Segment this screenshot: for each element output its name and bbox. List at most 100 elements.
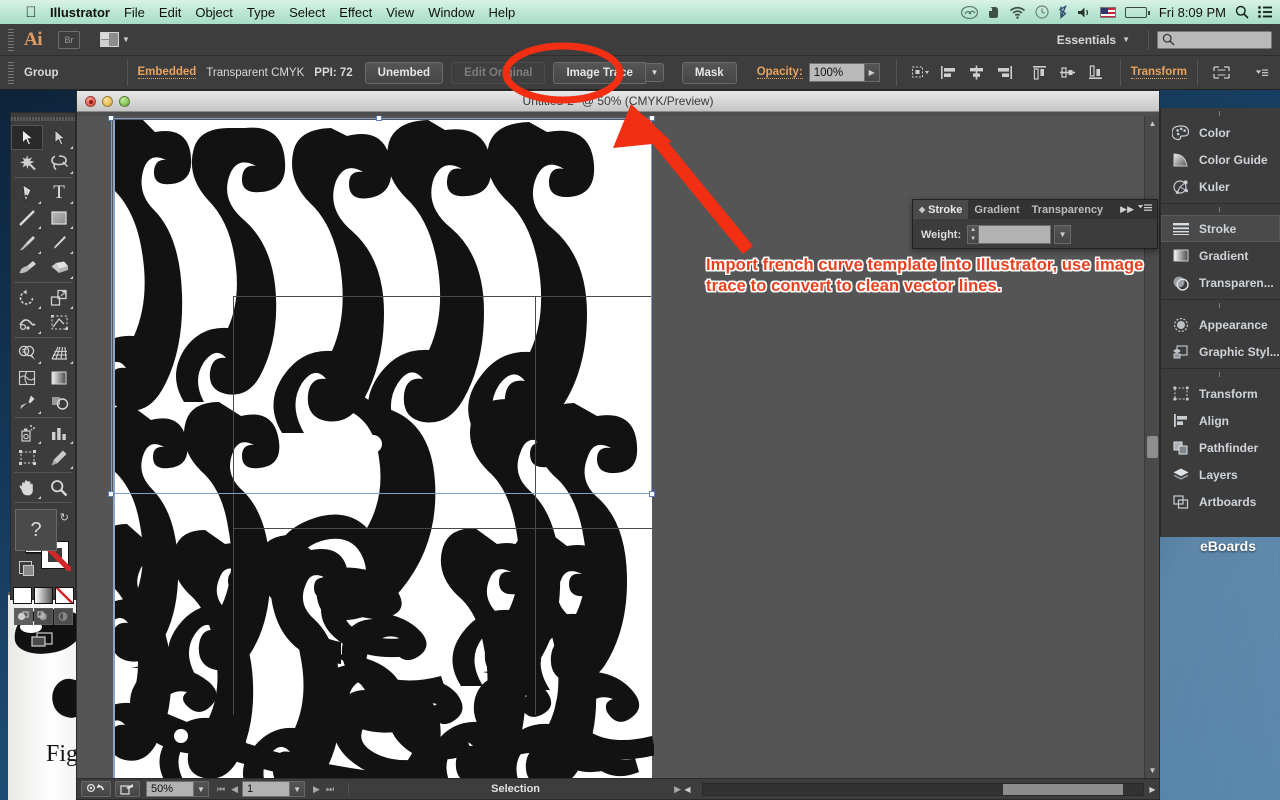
type-tool[interactable]: T (43, 180, 75, 205)
image-trace-button[interactable]: Image Trace (553, 61, 646, 84)
arrange-documents-button[interactable]: ▼ (100, 32, 130, 47)
menu-item-effect[interactable]: Effect (339, 5, 372, 20)
default-fill-stroke-icon[interactable] (19, 561, 34, 576)
slice-tool[interactable] (43, 445, 75, 470)
dock-group-grip[interactable] (1161, 108, 1280, 119)
scroll-down-arrow[interactable]: ▼ (1145, 763, 1160, 778)
time-machine-icon[interactable] (1035, 5, 1049, 19)
color-swatch-white[interactable] (12, 587, 32, 604)
document-title-bar[interactable]: Untitled-2* @ 50% (CMYK/Preview) (77, 91, 1159, 112)
menu-item-select[interactable]: Select (289, 5, 325, 20)
panel-menu-icon[interactable] (1255, 62, 1277, 84)
unembed-button[interactable]: Unembed (364, 61, 444, 84)
dock-group-grip[interactable] (1161, 204, 1280, 215)
wifi-icon[interactable] (1009, 6, 1026, 19)
gradient-tool[interactable] (43, 365, 75, 390)
apple-logo-icon[interactable]:  (22, 4, 40, 21)
next-artboard-icon[interactable]: ▶ (313, 784, 320, 795)
stroke-weight-stepper[interactable]: ▲ ▼ (967, 225, 980, 244)
scroll-right-arrow[interactable]: ▶ (1146, 785, 1159, 794)
dock-group-grip[interactable] (1161, 300, 1280, 311)
rotate-tool[interactable] (11, 285, 43, 310)
direct-selection-tool[interactable] (43, 125, 75, 150)
column-graph-tool[interactable] (43, 420, 75, 445)
share-icon[interactable] (115, 781, 140, 797)
gradient-swatch[interactable] (33, 587, 53, 604)
stroke-weight-input[interactable] (979, 225, 1052, 244)
search-icon[interactable] (1235, 5, 1249, 19)
dock-group-grip[interactable] (1161, 369, 1280, 380)
width-tool[interactable] (11, 310, 43, 335)
expand-panel-icon[interactable]: ▶▶ (1120, 204, 1138, 215)
us-flag-icon[interactable] (1099, 6, 1116, 18)
magic-wand-tool[interactable] (11, 150, 43, 175)
dock-item-artboards[interactable]: Artboards (1161, 488, 1280, 515)
draw-behind-icon[interactable] (33, 608, 53, 625)
zoom-tool[interactable] (43, 475, 75, 500)
workspace-switcher[interactable]: Essentials ▼ (1047, 30, 1140, 50)
draw-inside-icon[interactable] (53, 608, 73, 625)
blend-tool[interactable] (43, 390, 75, 415)
creative-cloud-icon[interactable] (960, 5, 978, 19)
selection-tool[interactable] (11, 125, 43, 150)
opacity-input[interactable]: 100% (808, 63, 865, 82)
application-bar-grip[interactable] (8, 28, 14, 51)
line-segment-tool[interactable] (11, 205, 43, 230)
mesh-tool[interactable] (11, 365, 43, 390)
menu-item-file[interactable]: File (124, 5, 145, 20)
panel-menu-icon[interactable] (1138, 203, 1157, 216)
dock-item-align[interactable]: Align (1161, 407, 1280, 434)
zoom-level-input[interactable]: 50% (146, 781, 194, 797)
dock-item-layers[interactable]: Layers (1161, 461, 1280, 488)
tab-gradient[interactable]: Gradient (968, 200, 1025, 219)
envelope-distort-icon[interactable] (1211, 62, 1233, 84)
bluetooth-icon[interactable] (1058, 5, 1068, 19)
control-panel-grip[interactable] (8, 61, 14, 84)
evernote-icon[interactable] (987, 5, 1000, 19)
mask-button[interactable]: Mask (681, 61, 737, 84)
dock-item-gradient[interactable]: Gradient (1161, 242, 1280, 269)
tools-panel-grip[interactable] (11, 113, 75, 125)
tab-stroke[interactable]: ◈ Stroke (913, 200, 969, 219)
menu-item-object[interactable]: Object (195, 5, 233, 20)
opacity-dropdown[interactable]: ▶ (864, 63, 880, 82)
artboard-number-input[interactable]: 1 (242, 781, 291, 797)
menu-item-view[interactable]: View (386, 5, 414, 20)
draw-normal-icon[interactable] (13, 608, 33, 625)
edit-original-button[interactable]: Edit Original (451, 61, 546, 84)
dock-item-appearance[interactable]: Appearance (1161, 311, 1280, 338)
dock-item-pathfinder[interactable]: Pathfinder (1161, 434, 1280, 461)
stepper-up-icon[interactable]: ▲ (968, 226, 978, 235)
scroll-left-arrow[interactable]: ◀ (681, 785, 694, 794)
vertical-scroll-thumb[interactable] (1147, 436, 1158, 458)
horizontal-scroll-thumb[interactable] (1002, 783, 1123, 795)
dock-item-transform[interactable]: Transform (1161, 380, 1280, 407)
align-center-v-icon[interactable] (1057, 62, 1079, 84)
menu-app-name[interactable]: Illustrator (50, 5, 110, 20)
status-menu-arrow[interactable]: ▶ (674, 784, 681, 795)
battery-icon[interactable] (1124, 6, 1150, 18)
menu-item-edit[interactable]: Edit (159, 5, 181, 20)
tab-transparency[interactable]: Transparency (1026, 200, 1104, 219)
menu-item-help[interactable]: Help (488, 5, 515, 20)
lasso-tool[interactable] (43, 150, 75, 175)
swap-fill-stroke-icon[interactable]: ↻ (60, 511, 69, 524)
blob-brush-tool[interactable] (11, 255, 43, 280)
change-screen-mode-icon[interactable] (29, 631, 57, 654)
symbol-sprayer-tool[interactable] (11, 420, 43, 445)
paintbrush-tool[interactable] (11, 230, 43, 255)
opacity-label[interactable]: Opacity: (756, 66, 803, 79)
artboard-tool[interactable] (11, 445, 43, 470)
dock-item-color-guide[interactable]: Color Guide (1161, 146, 1280, 173)
free-transform-tool[interactable] (43, 310, 75, 335)
dock-item-kuler[interactable]: Kuler (1161, 173, 1280, 200)
perspective-grid-tool[interactable] (43, 340, 75, 365)
dock-item-color[interactable]: Color (1161, 119, 1280, 146)
artboard-options-icon[interactable] (81, 781, 111, 797)
embedded-link[interactable]: Embedded (137, 66, 197, 79)
menubar-clock[interactable]: Fri 8:09 PM (1159, 5, 1226, 20)
last-artboard-icon[interactable]: ⏭ (326, 784, 334, 795)
first-artboard-icon[interactable]: ⏮ (217, 784, 225, 795)
search-input[interactable] (1157, 30, 1272, 49)
shape-builder-tool[interactable] (11, 340, 43, 365)
